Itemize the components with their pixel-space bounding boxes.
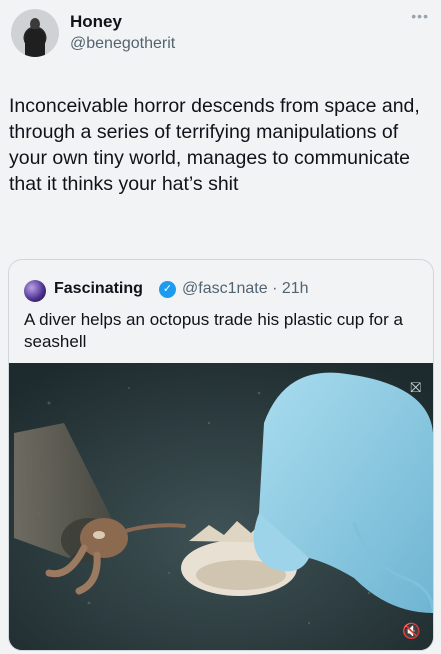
quoted-text: A diver helps an octopus trade his plast… — [24, 310, 403, 351]
quoted-handle-time[interactable]: @fasc1nate · 21h — [182, 280, 309, 298]
author-name[interactable]: Honey — [70, 12, 122, 32]
volume-muted-icon[interactable]: 🔇 — [402, 622, 421, 640]
quoted-author-name[interactable]: Fascinating — [54, 280, 143, 298]
quoted-tweet[interactable]: Fascinating ✓ @fasc1nate · 21h A diver h… — [8, 259, 434, 651]
quoted-media-video[interactable]: ⛝ 🔇 — [9, 363, 433, 650]
tweet-text: Inconceivable horror descends from space… — [9, 95, 420, 195]
author-avatar[interactable] — [11, 9, 59, 57]
more-icon[interactable]: ••• — [411, 8, 429, 24]
verified-badge-icon: ✓ — [159, 281, 176, 298]
media-scene — [9, 363, 433, 650]
hide-sensitive-icon[interactable]: ⛝ — [410, 379, 421, 396]
quoted-avatar[interactable] — [24, 280, 46, 302]
author-handle[interactable]: @benegotherit — [70, 35, 175, 53]
